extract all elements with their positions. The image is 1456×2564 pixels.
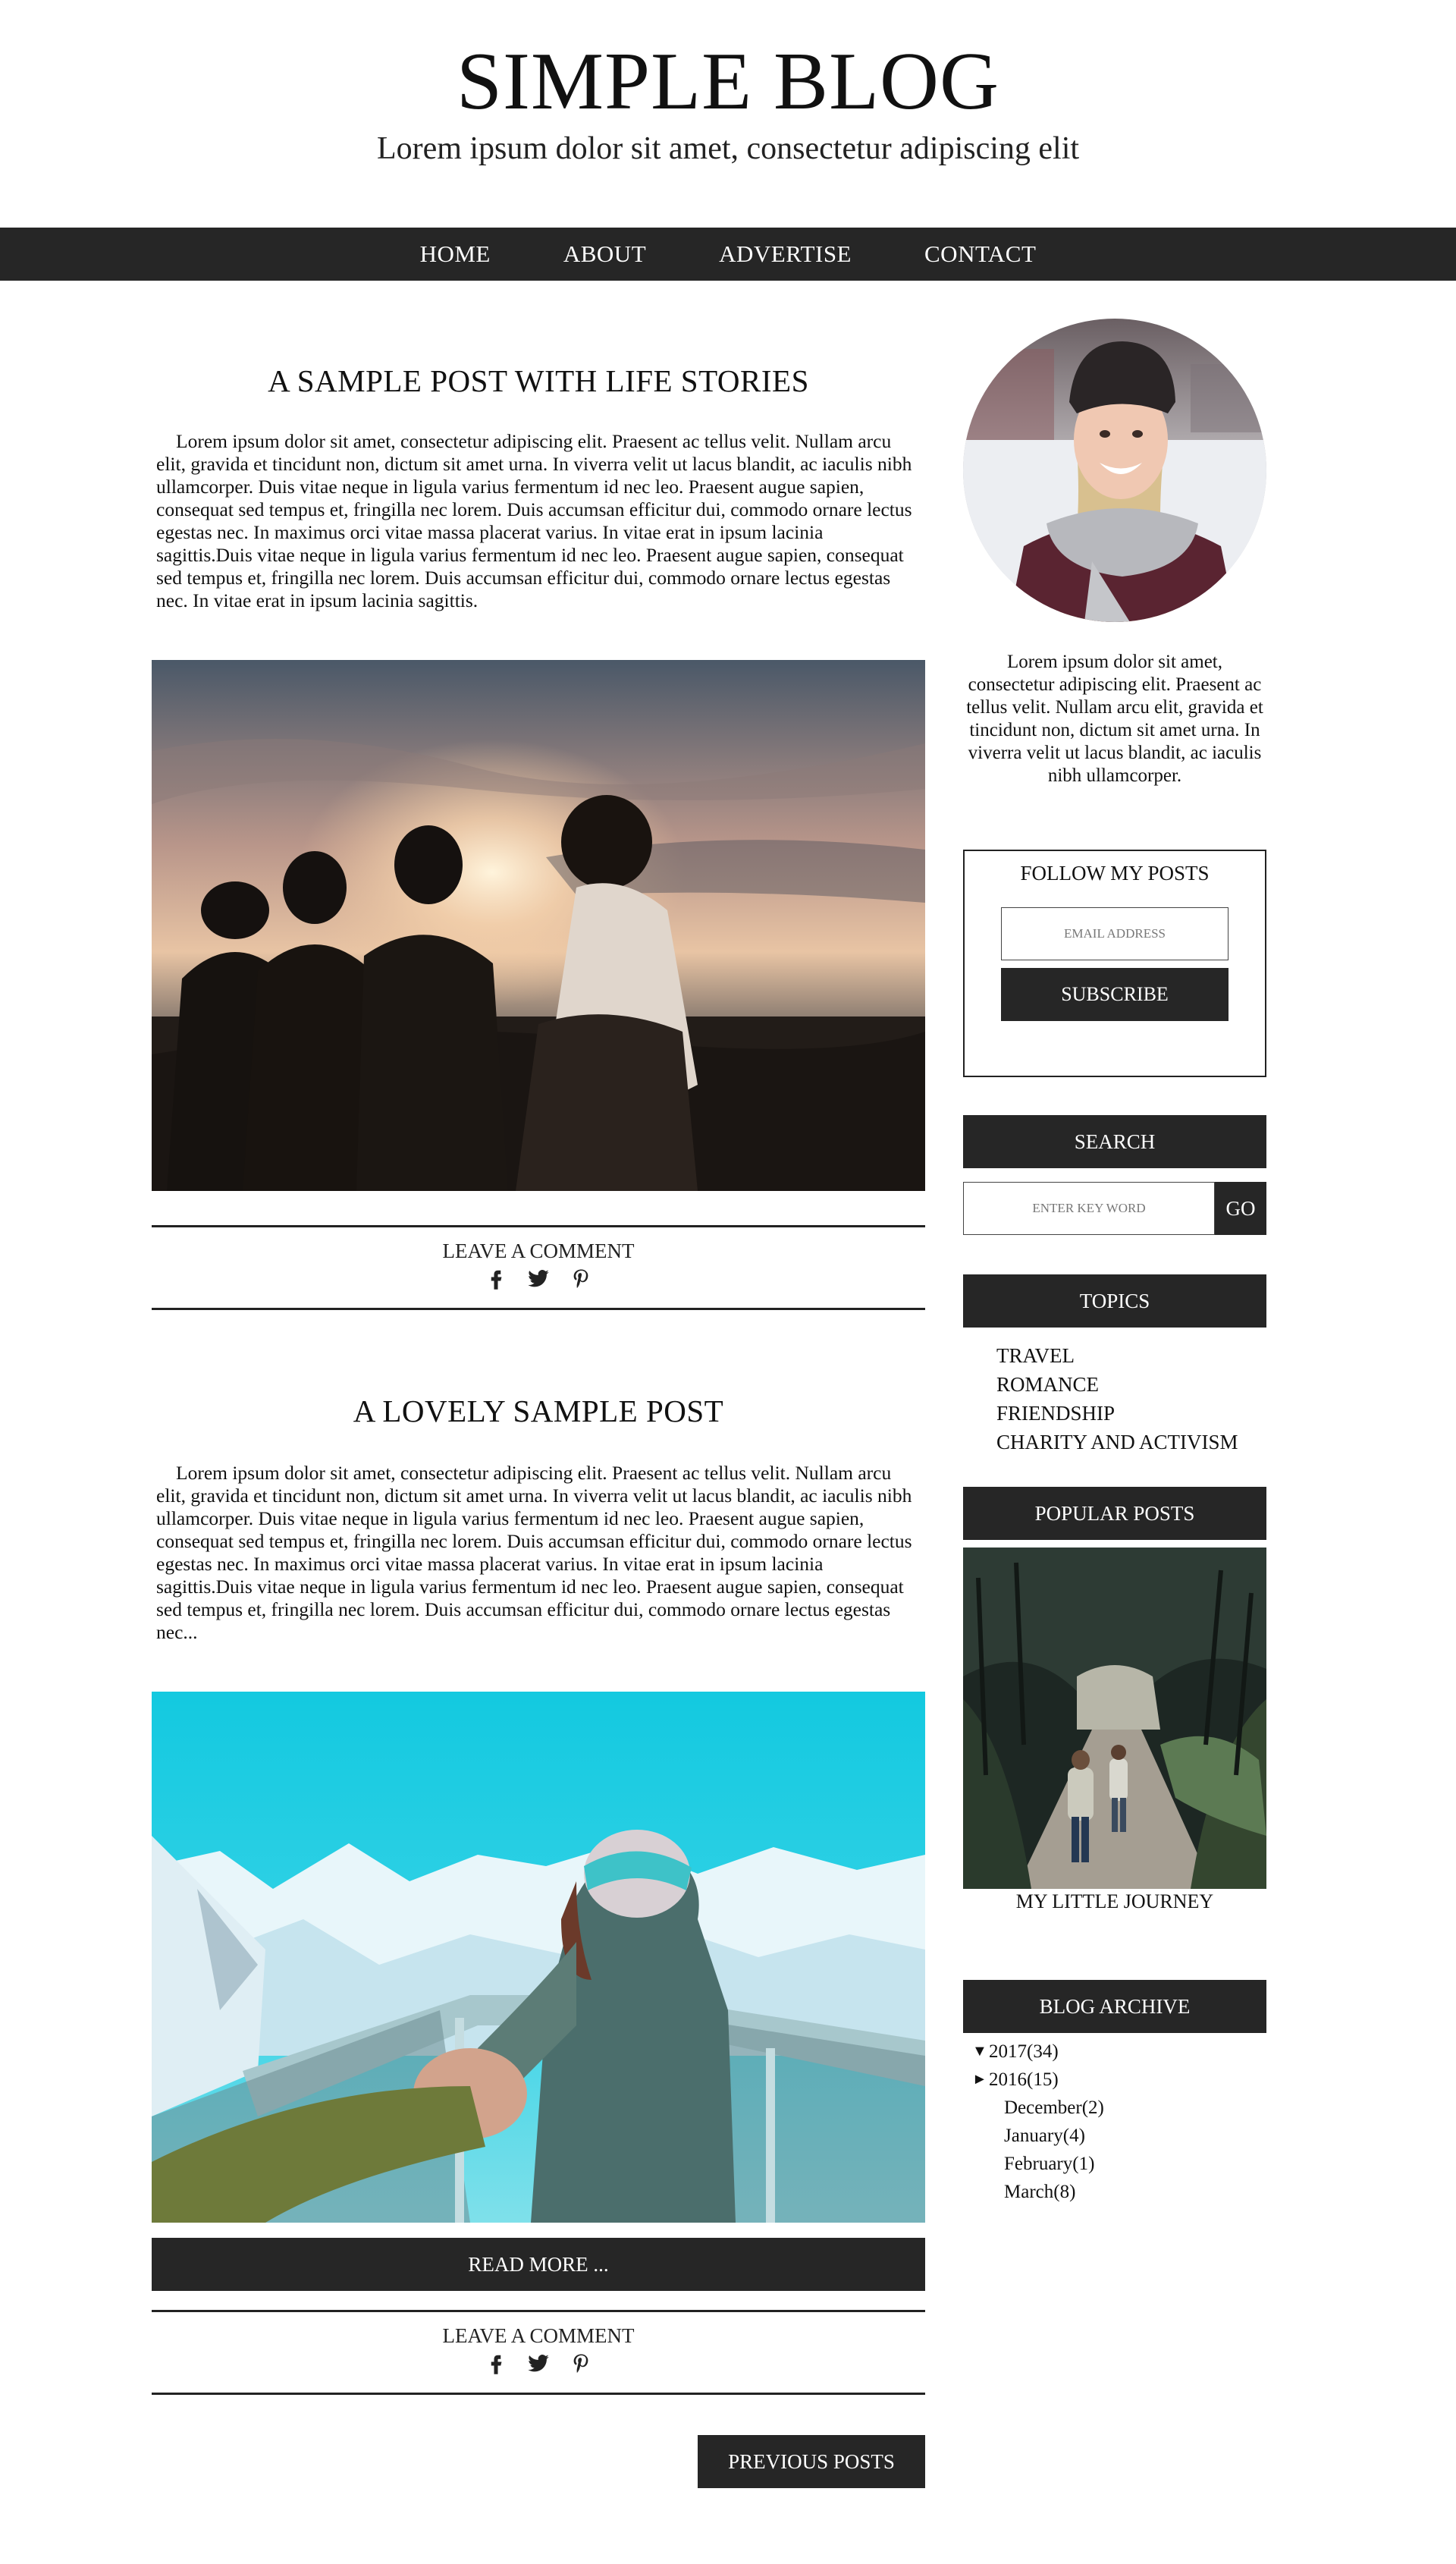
archive-widget-header: BLOG ARCHIVE [963, 1980, 1266, 2033]
archive-year-2017[interactable]: ▼ 2017 (34) [972, 2038, 1104, 2066]
archive-year-label[interactable]: 2016 [989, 2066, 1027, 2094]
archive-month-label[interactable]: January [1004, 2126, 1063, 2146]
nav-item-contact[interactable]: CONTACT [924, 240, 1036, 268]
post-title[interactable]: A SAMPLE POST WITH LIFE STORIES [152, 363, 925, 399]
archive-month-count: (1) [1072, 2154, 1095, 2174]
popular-widget-header: POPULAR POSTS [963, 1487, 1266, 1540]
archive-year-count: (15) [1027, 2069, 1059, 2090]
facebook-icon[interactable] [485, 2352, 507, 2375]
author-avatar [963, 319, 1266, 622]
nav-item-advertise[interactable]: ADVERTISE [719, 240, 852, 268]
subscribe-button[interactable]: SUBSCRIBE [1001, 968, 1228, 1021]
site-header: SIMPLE BLOG Lorem ipsum dolor sit amet, … [0, 0, 1456, 228]
post-body: Lorem ipsum dolor sit amet, consectetur … [156, 430, 912, 611]
topic-item-friendship[interactable]: FRIENDSHIP [996, 1399, 1238, 1428]
follow-widget: FOLLOW MY POSTS SUBSCRIBE [963, 850, 1266, 1077]
search-row: GO [963, 1182, 1266, 1235]
site-title[interactable]: SIMPLE BLOG [0, 36, 1456, 127]
archive-month-count: (8) [1053, 2182, 1076, 2202]
nav-item-about[interactable]: ABOUT [563, 240, 646, 268]
nav-item-home[interactable]: HOME [420, 240, 491, 268]
archive-month-label[interactable]: February [1004, 2154, 1072, 2174]
forest-path-photo[interactable] [963, 1548, 1266, 1889]
email-field[interactable] [1001, 907, 1228, 960]
archive-month-february[interactable]: February(1) [972, 2150, 1104, 2178]
archive-month-count: (4) [1062, 2126, 1085, 2146]
topic-item-travel[interactable]: TRAVEL [996, 1341, 1238, 1370]
friends-sunset-photo[interactable] [152, 660, 925, 1191]
topics-widget-header: TOPICS [963, 1274, 1266, 1328]
leave-comment-link[interactable]: LEAVE A COMMENT [152, 1240, 925, 1263]
expanded-arrow-icon[interactable]: ▼ [972, 2038, 989, 2066]
post-footer: LEAVE A COMMENT [152, 2310, 925, 2395]
twitter-icon[interactable] [527, 1268, 550, 1290]
previous-posts-button[interactable]: PREVIOUS POSTS [698, 2435, 925, 2488]
twitter-icon[interactable] [527, 2352, 550, 2375]
archive-month-december[interactable]: December(2) [972, 2094, 1104, 2122]
archive-year-2016[interactable]: ► 2016 (15) [972, 2066, 1104, 2094]
topic-item-charity[interactable]: CHARITY AND ACTIVISM [996, 1428, 1238, 1456]
mountain-follow-me-photo[interactable] [152, 1692, 925, 2223]
topics-list: TRAVEL ROMANCE FRIENDSHIP CHARITY AND AC… [996, 1341, 1238, 1456]
collapsed-arrow-icon[interactable]: ► [972, 2066, 989, 2094]
archive-year-label[interactable]: 2017 [989, 2038, 1027, 2066]
read-more-button[interactable]: READ MORE ... [152, 2238, 925, 2291]
leave-comment-link[interactable]: LEAVE A COMMENT [152, 2324, 925, 2348]
pinterest-icon[interactable] [570, 2352, 592, 2375]
archive-month-label[interactable]: March [1004, 2182, 1053, 2202]
share-row [152, 1268, 925, 1290]
about-text: Lorem ipsum dolor sit amet, consectetur … [966, 652, 1263, 786]
archive-month-january[interactable]: January(4) [972, 2122, 1104, 2150]
popular-post-caption[interactable]: MY LITTLE JOURNEY [963, 1890, 1266, 1913]
search-widget-header: SEARCH [963, 1115, 1266, 1168]
search-go-button[interactable]: GO [1215, 1182, 1266, 1235]
search-input[interactable] [963, 1182, 1215, 1235]
facebook-icon[interactable] [485, 1268, 507, 1290]
archive-month-count: (2) [1081, 2097, 1104, 2118]
post-title[interactable]: A LOVELY SAMPLE POST [152, 1393, 925, 1429]
archive-month-label[interactable]: December [1004, 2097, 1082, 2118]
follow-title: FOLLOW MY POSTS [1020, 862, 1210, 885]
topic-item-romance[interactable]: ROMANCE [996, 1370, 1238, 1399]
blog-archive-list: ▼ 2017 (34) ► 2016 (15) December(2) Janu… [972, 2038, 1104, 2206]
main-nav: HOME ABOUT ADVERTISE CONTACT [0, 228, 1456, 281]
archive-month-march[interactable]: March(8) [972, 2178, 1104, 2206]
post-body: Lorem ipsum dolor sit amet, consectetur … [156, 1462, 912, 1643]
archive-year-count: (34) [1027, 2041, 1059, 2062]
pinterest-icon[interactable] [570, 1268, 592, 1290]
share-row [152, 2352, 925, 2375]
site-tagline: Lorem ipsum dolor sit amet, consectetur … [376, 131, 1080, 166]
post-footer: LEAVE A COMMENT [152, 1225, 925, 1310]
